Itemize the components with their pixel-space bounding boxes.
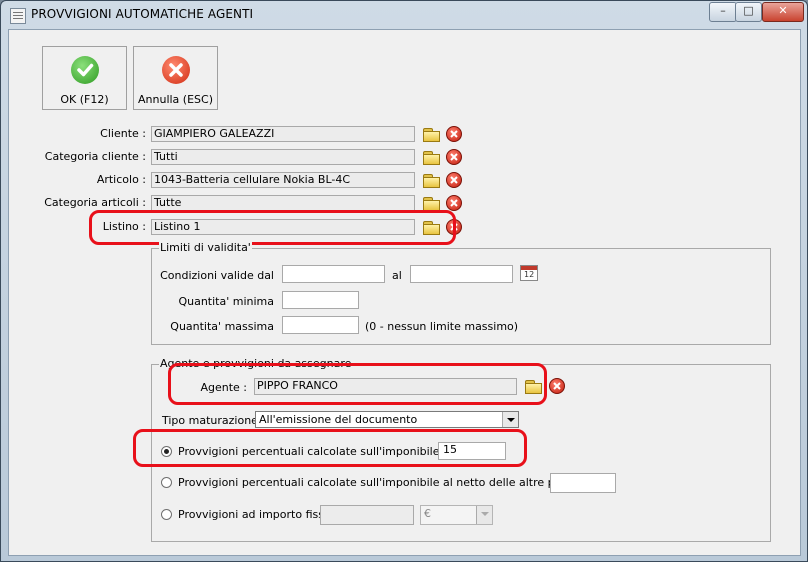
articolo-field[interactable]: 1043-Batteria cellulare Nokia BL-4C xyxy=(151,172,415,188)
validity-group-label: Limiti di validita' xyxy=(159,241,252,254)
maximize-button[interactable]: □ xyxy=(735,2,762,22)
clear-icon[interactable] xyxy=(549,378,565,394)
dialog-body: OK (F12) Annulla (ESC) Cliente : GIAMPIE… xyxy=(8,29,801,556)
al-label: al xyxy=(392,269,402,282)
folder-icon[interactable] xyxy=(422,126,440,142)
option-importo-fisso-label: Provvigioni ad importo fisso xyxy=(178,508,331,521)
categoria-articoli-label: Categoria articoli : xyxy=(44,196,146,209)
max-qty-field[interactable] xyxy=(282,316,359,334)
cliente-field[interactable]: GIAMPIERO GALEAZZI xyxy=(151,126,415,142)
importo-fisso-field[interactable] xyxy=(320,505,414,525)
highlight-listino xyxy=(89,210,456,245)
clear-icon[interactable] xyxy=(446,195,462,211)
close-button[interactable]: ✕ xyxy=(762,2,804,22)
folder-icon[interactable] xyxy=(422,172,440,188)
tipo-maturazione-label: Tipo maturazione : xyxy=(162,414,266,427)
tipo-maturazione-select[interactable]: All'emissione del documento xyxy=(255,411,519,428)
articolo-label: Articolo : xyxy=(96,173,146,186)
percent-netto-field[interactable] xyxy=(550,473,616,493)
ok-button[interactable]: OK (F12) xyxy=(42,46,127,110)
window-title: PROVVIGIONI AUTOMATICHE AGENTI xyxy=(31,7,254,21)
title-bar[interactable]: PROVVIGIONI AUTOMATICHE AGENTI – □ ✕ xyxy=(1,1,807,29)
min-qty-field[interactable] xyxy=(282,291,359,309)
categoria-cliente-label: Categoria cliente : xyxy=(44,150,146,163)
folder-icon[interactable] xyxy=(422,195,440,211)
condizioni-label: Condizioni valide dal xyxy=(160,269,274,282)
clear-icon[interactable] xyxy=(446,149,462,165)
minimize-button[interactable]: – xyxy=(709,2,737,22)
categoria-articoli-field[interactable]: Tutte xyxy=(151,195,415,211)
radio-importo-fisso[interactable] xyxy=(161,509,172,520)
option-percent-netto-label: Provvigioni percentuali calcolate sull'i… xyxy=(178,476,609,489)
ok-button-label: OK (F12) xyxy=(60,93,109,106)
categoria-cliente-field[interactable]: Tutti xyxy=(151,149,415,165)
calendar-icon[interactable] xyxy=(520,265,538,281)
min-qty-label: Quantita' minima xyxy=(178,295,274,308)
tipo-maturazione-value: All'emissione del documento xyxy=(259,413,418,426)
currency-value: € xyxy=(424,507,431,520)
app-icon xyxy=(10,8,26,24)
currency-select[interactable]: € xyxy=(420,505,493,525)
dialog-window: PROVVIGIONI AUTOMATICHE AGENTI – □ ✕ OK … xyxy=(0,0,808,562)
radio-percent-netto[interactable] xyxy=(161,477,172,488)
clear-icon[interactable] xyxy=(446,126,462,142)
highlight-agente xyxy=(168,363,547,405)
cliente-label: Cliente : xyxy=(100,127,146,140)
date-to-field[interactable] xyxy=(410,265,513,283)
cancel-button[interactable]: Annulla (ESC) xyxy=(133,46,218,110)
clear-icon[interactable] xyxy=(446,172,462,188)
chevron-down-icon xyxy=(502,412,518,427)
check-icon xyxy=(71,56,99,84)
cancel-button-label: Annulla (ESC) xyxy=(138,93,213,106)
max-qty-label: Quantita' massima xyxy=(170,320,274,333)
highlight-percent-riga xyxy=(133,429,527,467)
date-from-field[interactable] xyxy=(282,265,385,283)
cross-icon xyxy=(162,56,190,84)
folder-icon[interactable] xyxy=(422,149,440,165)
chevron-down-icon xyxy=(476,506,492,524)
max-qty-hint: (0 - nessun limite massimo) xyxy=(365,320,519,333)
